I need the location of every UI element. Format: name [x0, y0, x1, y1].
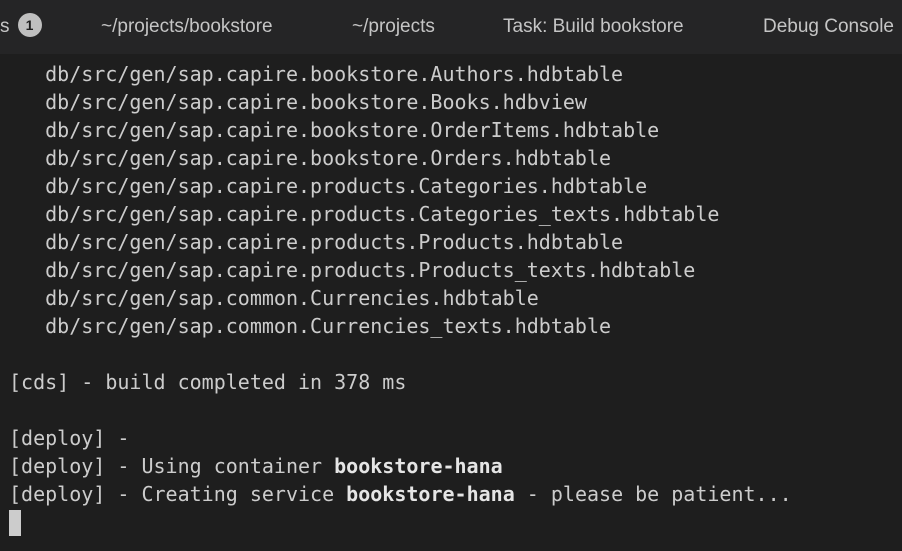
tab-projects-bookstore[interactable]: ~/projects/bookstore [101, 0, 273, 54]
output-line: db/src/gen/sap.capire.products.Products.… [9, 230, 624, 254]
container-name: bookstore-hana [334, 454, 503, 478]
output-line: db/src/gen/sap.capire.products.Products_… [9, 258, 696, 282]
output-line-build-complete: [cds] - build completed in 378 ms [9, 370, 407, 394]
tab-projects[interactable]: ~/projects [352, 0, 435, 54]
tab-label: Debug Console [763, 16, 894, 37]
terminal-tab-bar: s1 ~/projects/bookstore ~/projects Task:… [0, 0, 902, 54]
output-line-deploy-creating: [deploy] - Creating service bookstore-ha… [9, 480, 792, 508]
output-line: db/src/gen/sap.common.Currencies_texts.h… [9, 314, 612, 338]
output-line: db/src/gen/sap.capire.products.Categorie… [9, 202, 720, 226]
terminal-window: s1 ~/projects/bookstore ~/projects Task:… [0, 0, 902, 551]
tab-label: Task: Build bookstore [503, 16, 684, 37]
deploy-using-prefix: [deploy] - Using container [9, 454, 335, 478]
output-line: db/src/gen/sap.capire.bookstore.Books.hd… [9, 90, 587, 114]
output-line: db/src/gen/sap.capire.bookstore.Authors.… [9, 62, 624, 86]
problems-count-badge: 1 [17, 12, 42, 37]
output-line-deploy-using: [deploy] - Using container bookstore-han… [9, 452, 503, 480]
output-line-deploy: [deploy] - [9, 426, 130, 450]
tab-task-build-bookstore[interactable]: Task: Build bookstore [503, 0, 684, 54]
output-line: db/src/gen/sap.capire.products.Categorie… [9, 174, 648, 198]
tab-label: ~/projects [352, 16, 435, 37]
deploy-creating-prefix: [deploy] - Creating service [9, 482, 347, 506]
output-line: db/src/gen/sap.capire.bookstore.Orders.h… [9, 146, 612, 170]
deploy-creating-suffix: - please be patient... [514, 482, 792, 506]
terminal-cursor [9, 510, 21, 536]
service-name: bookstore-hana [346, 482, 515, 506]
tab-problems[interactable]: s1 [0, 0, 42, 54]
terminal-output[interactable]: db/src/gen/sap.capire.bookstore.Authors.… [0, 54, 902, 551]
output-line: db/src/gen/sap.capire.bookstore.OrderIte… [9, 118, 660, 142]
tab-label: s [0, 16, 10, 37]
output-line: db/src/gen/sap.common.Currencies.hdbtabl… [9, 286, 539, 310]
tab-label: ~/projects/bookstore [101, 16, 273, 37]
tab-debug-console[interactable]: Debug Console [763, 0, 894, 54]
